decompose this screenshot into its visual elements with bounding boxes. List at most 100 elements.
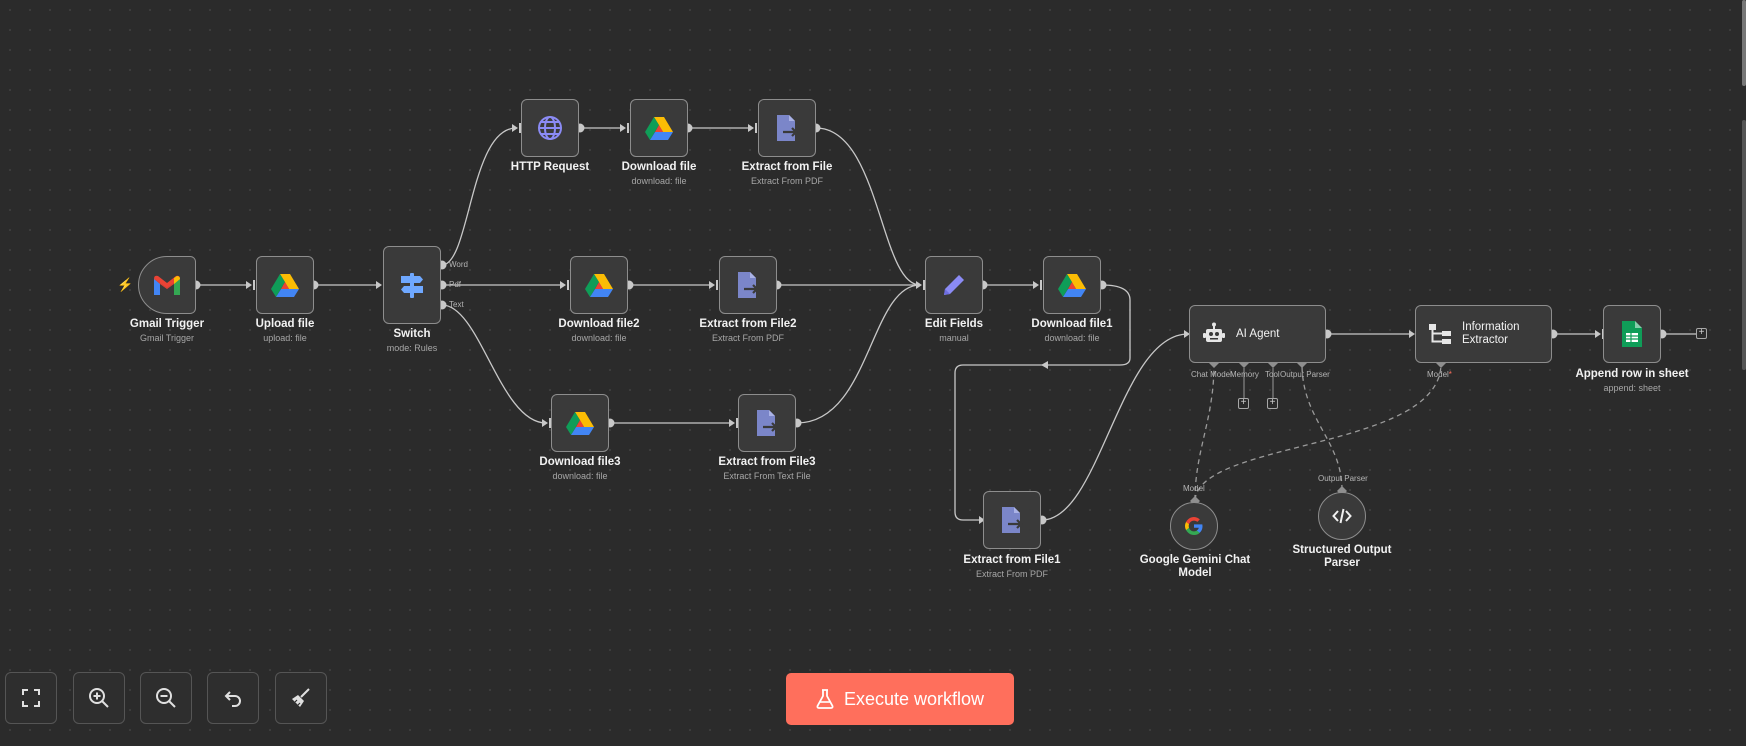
edge-gemini-chatmodel (1194, 363, 1215, 501)
title-line2: Model (1178, 567, 1212, 579)
node-title: AI Agent (1236, 327, 1280, 340)
node-gemini-chat-model[interactable] (1170, 502, 1218, 550)
node-title: Download file2 (558, 318, 640, 330)
node-http-request[interactable] (521, 99, 579, 157)
node-title: Append row in sheet (1575, 368, 1689, 380)
google-drive-icon (1058, 273, 1086, 297)
label-download-file2: Download file2 download: file (524, 318, 674, 343)
node-download-file3[interactable] (551, 394, 609, 452)
hierarchy-icon (1429, 324, 1451, 344)
fit-view-icon (22, 689, 40, 707)
node-edit-fields[interactable] (925, 256, 983, 314)
node-title: Extract from File3 (718, 456, 816, 468)
edge-switch-word-http (441, 127, 517, 266)
label-extract-from-file2: Extract from File2 Extract From PDF (673, 318, 823, 343)
google-drive-icon (585, 273, 613, 297)
node-extract-from-file1[interactable] (983, 491, 1041, 549)
label-switch: Switch mode: Rules (337, 328, 487, 353)
label-extract-from-file: Extract from File Extract From PDF (712, 161, 862, 186)
tidy-up-button[interactable] (275, 672, 327, 724)
node-switch[interactable] (383, 246, 441, 324)
broom-icon (292, 688, 310, 707)
node-download-file[interactable] (630, 99, 688, 157)
required-mark: * (1448, 370, 1452, 379)
label-extract-from-file1: Extract from File1 Extract From PDF (937, 554, 1087, 579)
vertical-scrollbar[interactable] (1742, 0, 1746, 86)
file-export-icon (757, 410, 778, 436)
node-title: Extract from File1 (963, 554, 1061, 566)
zoom-in-icon (89, 688, 109, 708)
port-model-label: Model (1427, 370, 1449, 379)
title-line2: Extractor (1462, 334, 1509, 346)
edge-extract3-edit (796, 284, 921, 424)
label-output-parser: Structured Output Parser (1267, 544, 1417, 570)
add-node-button[interactable]: + (1696, 328, 1707, 339)
fit-view-button[interactable] (5, 672, 57, 724)
node-information-extractor[interactable]: Information Extractor (1415, 305, 1552, 363)
node-upload-file[interactable] (256, 256, 314, 314)
label-append-row: Append row in sheet append: sheet (1557, 368, 1707, 393)
connections-layer (191, 123, 1697, 525)
google-drive-icon (645, 116, 673, 140)
add-tool-button[interactable]: + (1267, 398, 1278, 409)
title-line1: Google Gemini Chat (1139, 554, 1251, 566)
add-memory-button[interactable]: + (1238, 398, 1249, 409)
node-subtitle: download: file (571, 333, 627, 343)
node-extract-from-file3[interactable] (738, 394, 796, 452)
label-download-file3: Download file3 download: file (505, 456, 655, 481)
node-extract-from-file2[interactable] (719, 256, 777, 314)
node-download-file2[interactable] (570, 256, 628, 314)
execute-workflow-button[interactable]: Execute workflow (786, 673, 1014, 725)
node-subtitle: Extract From Text File (723, 471, 811, 481)
node-title: Information Extractor (1462, 321, 1520, 347)
flask-icon (816, 689, 834, 709)
node-subtitle: Extract From PDF (750, 176, 823, 186)
vertical-scrollbar-track[interactable] (1742, 120, 1746, 370)
node-subtitle: Extract From PDF (975, 569, 1048, 579)
node-gmail-trigger[interactable] (138, 256, 196, 314)
pencil-icon (944, 275, 964, 295)
port-output-parser: Output Parser (1280, 370, 1330, 379)
file-export-icon (777, 115, 798, 141)
switch-output-word: Word (449, 260, 468, 269)
port-chat-model: Chat Model (1191, 370, 1232, 379)
gemini-port-label: Model (1183, 484, 1205, 493)
node-extract-from-file[interactable] (758, 99, 816, 157)
node-structured-output-parser[interactable] (1318, 492, 1366, 540)
node-subtitle: append: sheet (1603, 383, 1661, 393)
code-icon (1332, 508, 1352, 524)
parser-port-label: Output Parser (1318, 474, 1368, 483)
node-title: Extract from File (741, 161, 833, 173)
switch-output-pdf: Pdf (449, 280, 462, 289)
robot-icon (1203, 322, 1225, 342)
node-title: Download file1 (1031, 318, 1113, 330)
port-memory: Memory (1230, 370, 1259, 379)
label-extract-from-file3: Extract from File3 Extract From Text Fil… (692, 456, 842, 481)
node-subtitle: download: file (1044, 333, 1100, 343)
label-gemini: Google Gemini Chat Model (1120, 554, 1270, 580)
file-export-icon (738, 272, 759, 298)
switch-output-text: Text (449, 300, 464, 309)
google-sheets-icon (1622, 321, 1642, 347)
port-tool: Tool (1265, 370, 1280, 379)
node-title: Switch (393, 328, 431, 340)
zoom-in-button[interactable] (73, 672, 125, 724)
node-ai-agent[interactable]: AI Agent (1189, 305, 1326, 363)
workflow-canvas[interactable]: ⚡ Gmail Trigger Gmail Trigger Upload fil… (0, 0, 1746, 746)
edge-parser-agent (1301, 363, 1343, 491)
edge-extract1-agent (1041, 333, 1189, 521)
execute-workflow-label: Execute workflow (843, 688, 985, 709)
zoom-out-button[interactable] (140, 672, 192, 724)
node-download-file1[interactable] (1043, 256, 1101, 314)
node-title: Download file3 (539, 456, 621, 468)
undo-button[interactable] (207, 672, 259, 724)
google-drive-icon (566, 411, 594, 435)
node-title: Extract from File2 (699, 318, 797, 330)
signpost-icon (401, 273, 423, 298)
node-subtitle: Extract From PDF (711, 333, 784, 343)
node-append-row[interactable] (1603, 305, 1661, 363)
title-line1: Structured Output (1292, 544, 1392, 556)
port-model: Model* (1427, 370, 1452, 379)
edge-extract-edit (815, 127, 921, 286)
title-line2: Parser (1324, 557, 1360, 569)
